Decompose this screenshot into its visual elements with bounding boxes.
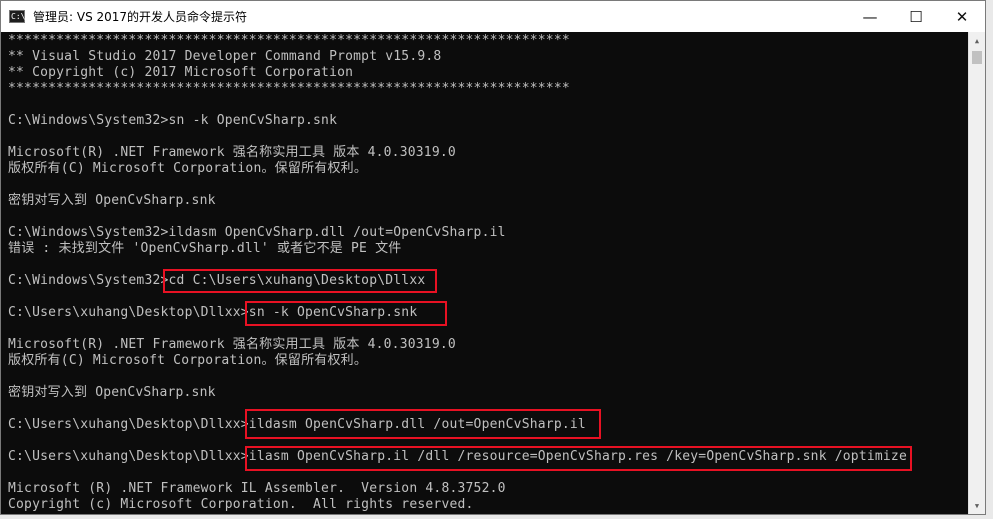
console-window[interactable]: C:\ 管理员: VS 2017的开发人员命令提示符 — ☐ ✕ *******… bbox=[0, 0, 986, 515]
highlight-box-ildasm-command bbox=[245, 409, 601, 439]
console-line: 版权所有(C) Microsoft Corporation。保留所有权利。 bbox=[8, 161, 368, 176]
scroll-up-arrow-icon[interactable]: ▲ bbox=[969, 32, 985, 49]
highlight-box-ilasm-command bbox=[245, 446, 912, 471]
console-line: 密钥对写入到 OpenCvSharp.snk bbox=[8, 193, 216, 208]
console-line: 错误 : 未找到文件 'OpenCvSharp.dll' 或者它不是 PE 文件 bbox=[8, 241, 402, 256]
console-output[interactable]: ****************************************… bbox=[1, 32, 968, 514]
console-line: ** Visual Studio 2017 Developer Command … bbox=[8, 49, 442, 64]
console-line: Microsoft(R) .NET Framework 强名称实用工具 版本 4… bbox=[8, 145, 456, 160]
scroll-thumb[interactable] bbox=[972, 51, 982, 64]
console-line: Copyright (c) Microsoft Corporation. All… bbox=[8, 497, 474, 512]
console-line: 密钥对写入到 OpenCvSharp.snk bbox=[8, 385, 216, 400]
maximize-button[interactable]: ☐ bbox=[893, 1, 939, 32]
title-bar[interactable]: C:\ 管理员: VS 2017的开发人员命令提示符 — ☐ ✕ bbox=[1, 1, 985, 32]
close-button[interactable]: ✕ bbox=[939, 1, 985, 32]
console-line: Microsoft(R) .NET Framework 强名称实用工具 版本 4… bbox=[8, 337, 456, 352]
console-line: ** Copyright (c) 2017 Microsoft Corporat… bbox=[8, 65, 354, 80]
highlight-box-sn-command bbox=[245, 301, 447, 326]
console-line: 版权所有(C) Microsoft Corporation。保留所有权利。 bbox=[8, 353, 368, 368]
scroll-down-arrow-icon[interactable]: ▼ bbox=[969, 497, 985, 514]
console-app-icon: C:\ bbox=[9, 10, 26, 23]
console-line: ****************************************… bbox=[8, 33, 570, 48]
window-title: 管理员: VS 2017的开发人员命令提示符 bbox=[33, 10, 248, 24]
minimize-button[interactable]: — bbox=[847, 1, 893, 32]
highlight-box-cd-command bbox=[163, 269, 437, 293]
console-line: C:\Windows\System32>ildasm OpenCvSharp.d… bbox=[8, 225, 506, 240]
console-line: Microsoft (R) .NET Framework IL Assemble… bbox=[8, 481, 506, 496]
vertical-scrollbar[interactable]: ▲ ▼ bbox=[968, 32, 985, 514]
console-line: ****************************************… bbox=[8, 81, 570, 96]
console-line: C:\Windows\System32>sn -k OpenCvSharp.sn… bbox=[8, 113, 338, 128]
